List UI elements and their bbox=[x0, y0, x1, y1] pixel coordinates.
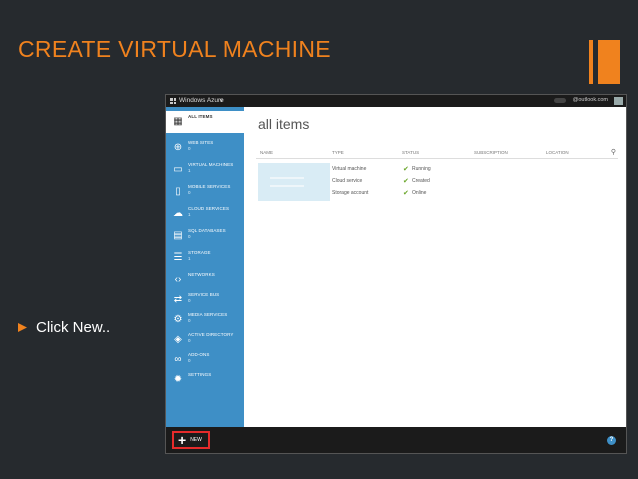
network-icon: ‹› bbox=[174, 274, 182, 285]
avatar[interactable] bbox=[614, 97, 623, 105]
grid-icon: ▦ bbox=[173, 116, 183, 127]
sidebar-item-label: NETWORKS bbox=[188, 272, 215, 277]
monitor-icon: ▭ bbox=[173, 164, 183, 175]
table-row[interactable]: Virtual machine ✔ Running bbox=[332, 165, 612, 176]
decorative-bar-thin bbox=[589, 40, 593, 84]
column-header-status[interactable]: STATUS bbox=[402, 150, 419, 155]
sidebar-item-label: ACTIVE DIRECTORY bbox=[188, 332, 234, 337]
gear-icon: ✹ bbox=[173, 374, 183, 385]
selected-row-highlight bbox=[258, 163, 330, 201]
column-header-subscription[interactable]: SUBSCRIPTION bbox=[474, 150, 508, 155]
new-button[interactable]: + NEW bbox=[172, 431, 210, 449]
sidebar-item-label: STORAGE bbox=[188, 250, 211, 255]
storage-icon: ☰ bbox=[173, 252, 183, 263]
decorative-bar-thick bbox=[598, 40, 620, 84]
row-status: Created bbox=[412, 178, 430, 184]
check-icon: ✔ bbox=[403, 190, 409, 197]
portal-command-bar: + NEW ? bbox=[166, 427, 626, 453]
sidebar-item-label: MOBILE SERVICES bbox=[188, 184, 231, 189]
sidebar-item-sql-databases[interactable]: ▤ SQL DATABASES 0 bbox=[166, 225, 244, 247]
cloud-icon bbox=[554, 98, 566, 103]
sidebar-item-label: ALL ITEMS bbox=[188, 114, 213, 119]
check-icon: ✔ bbox=[403, 166, 409, 173]
bullet-arrow-icon bbox=[18, 323, 27, 332]
table-row[interactable]: Cloud service ✔ Created bbox=[332, 177, 612, 188]
bullet-point: Click New.. bbox=[18, 319, 110, 336]
sidebar-item-label: SERVICE BUS bbox=[188, 292, 220, 297]
sidebar-item-label: SETTINGS bbox=[188, 372, 212, 377]
portal-main-panel: all items NAME TYPE STATUS SUBSCRIPTION … bbox=[244, 107, 626, 427]
check-icon: ✔ bbox=[403, 178, 409, 185]
row-type: Cloud service bbox=[332, 178, 363, 184]
azure-portal-screenshot: Windows Azure ∨ @outlook.com ▦ ALL ITEMS… bbox=[165, 94, 627, 454]
plus-icon: + bbox=[178, 432, 187, 448]
sidebar-item-add-ons[interactable]: ∞ ADD-ONS 0 bbox=[166, 349, 244, 371]
column-header-location[interactable]: LOCATION bbox=[546, 150, 569, 155]
sidebar-item-storage[interactable]: ☰ STORAGE 1 bbox=[166, 247, 244, 269]
new-button-label: NEW bbox=[190, 437, 202, 443]
sidebar-item-count: 0 bbox=[188, 338, 191, 343]
row-type: Virtual machine bbox=[332, 166, 367, 172]
sidebar-item-label: VIRTUAL MACHINES bbox=[188, 162, 234, 167]
portal-sidebar: ▦ ALL ITEMS ⊕ WEB SITES 0 ▭ VIRTUAL MACHI… bbox=[166, 107, 244, 427]
sidebar-item-count: 0 bbox=[188, 234, 191, 239]
portal-brand[interactable]: Windows Azure bbox=[179, 97, 224, 104]
row-status: Online bbox=[412, 190, 427, 196]
windows-logo-icon bbox=[170, 98, 176, 104]
page-title: all items bbox=[258, 116, 310, 132]
chevron-down-icon[interactable]: ∨ bbox=[219, 97, 223, 104]
cloud-icon: ☁ bbox=[173, 208, 183, 219]
row-type: Storage account bbox=[332, 190, 369, 196]
sidebar-item-count: 1 bbox=[188, 168, 191, 173]
phone-icon: ▯ bbox=[175, 186, 181, 197]
grid-header: NAME TYPE STATUS SUBSCRIPTION LOCATION ⚲ bbox=[256, 149, 618, 159]
sidebar-item-active-directory[interactable]: ◈ ACTIVE DIRECTORY 0 bbox=[166, 329, 244, 351]
table-row[interactable]: Storage account ✔ Online bbox=[332, 189, 612, 200]
sidebar-item-count: 0 bbox=[188, 190, 191, 195]
row-status: Running bbox=[412, 166, 431, 172]
search-icon[interactable]: ⚲ bbox=[611, 148, 616, 156]
media-icon: ⚙ bbox=[173, 314, 183, 325]
sidebar-item-label: MEDIA SERVICES bbox=[188, 312, 228, 317]
sidebar-item-label: ADD-ONS bbox=[188, 352, 210, 357]
sidebar-item-count: 0 bbox=[188, 298, 191, 303]
portal-top-bar: Windows Azure ∨ @outlook.com bbox=[166, 95, 626, 107]
sidebar-item-label: SQL DATABASES bbox=[188, 228, 226, 233]
sidebar-item-label: WEB SITES bbox=[188, 140, 214, 145]
column-header-name[interactable]: NAME bbox=[260, 150, 273, 155]
bullet-text: Click New.. bbox=[36, 319, 111, 336]
sidebar-item-virtual-machines[interactable]: ▭ VIRTUAL MACHINES 1 bbox=[166, 159, 244, 181]
globe-icon: ⊕ bbox=[173, 142, 183, 153]
sidebar-item-settings[interactable]: ✹ SETTINGS bbox=[166, 369, 244, 391]
service-bus-icon: ⇄ bbox=[173, 294, 183, 305]
sidebar-item-cloud-services[interactable]: ☁ CLOUD SERVICES 1 bbox=[166, 203, 244, 225]
slide-title: CREATE VIRTUAL MACHINE bbox=[18, 36, 331, 62]
sidebar-item-count: 0 bbox=[188, 358, 191, 363]
sidebar-item-service-bus[interactable]: ⇄ SERVICE BUS 0 bbox=[166, 289, 244, 311]
sidebar-item-count: 1 bbox=[188, 212, 191, 217]
sidebar-item-count: 0 bbox=[188, 318, 191, 323]
sidebar-item-media-services[interactable]: ⚙ MEDIA SERVICES 0 bbox=[166, 309, 244, 331]
sidebar-item-all-items[interactable]: ▦ ALL ITEMS bbox=[166, 111, 244, 133]
row-placeholder-graphic bbox=[270, 177, 304, 187]
add-ons-icon: ∞ bbox=[174, 354, 182, 365]
sidebar-item-mobile-services[interactable]: ▯ MOBILE SERVICES 0 bbox=[166, 181, 244, 203]
sidebar-item-count: 0 bbox=[188, 146, 191, 151]
sidebar-item-web-sites[interactable]: ⊕ WEB SITES 0 bbox=[166, 137, 244, 159]
column-header-type[interactable]: TYPE bbox=[332, 150, 344, 155]
sidebar-item-label: CLOUD SERVICES bbox=[188, 206, 230, 211]
database-icon: ▤ bbox=[173, 230, 183, 241]
help-icon[interactable]: ? bbox=[607, 436, 616, 445]
sidebar-item-networks[interactable]: ‹› NETWORKS bbox=[166, 269, 244, 291]
account-email[interactable]: @outlook.com bbox=[573, 97, 608, 103]
directory-icon: ◈ bbox=[174, 334, 182, 345]
sidebar-item-count: 1 bbox=[188, 256, 191, 261]
